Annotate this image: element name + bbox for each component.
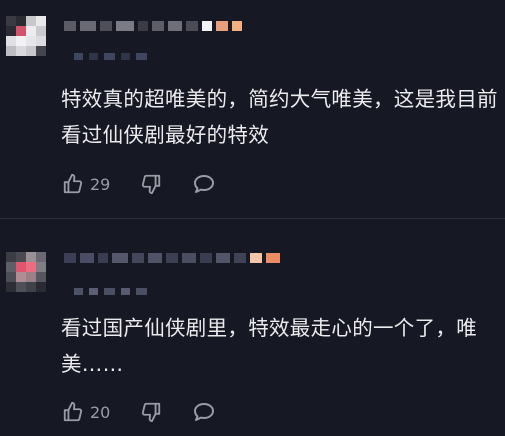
speech-bubble-icon	[194, 175, 215, 193]
like-button[interactable]: 29	[62, 173, 110, 195]
reply-button[interactable]	[192, 401, 216, 423]
like-count: 29	[90, 174, 111, 194]
thumbs-up-icon	[63, 401, 83, 422]
dislike-button[interactable]	[140, 173, 162, 195]
avatar[interactable]	[6, 252, 46, 292]
comment-meta	[74, 50, 147, 62]
divider	[0, 218, 505, 219]
username[interactable]	[64, 15, 242, 37]
speech-bubble-icon	[194, 403, 215, 421]
comment-item: 特效真的超唯美的，简约大气唯美，这是我目前看过仙侠剧最好的特效 29	[0, 0, 505, 218]
thumbs-down-icon	[142, 402, 161, 423]
like-button[interactable]: 20	[62, 401, 110, 423]
thumbs-up-icon	[63, 173, 83, 194]
like-count: 20	[90, 402, 111, 422]
comment-actions: 29	[62, 171, 246, 197]
username[interactable]	[64, 247, 280, 269]
comment-text: 看过国产仙侠剧里，特效最走心的一个了，唯美……	[61, 316, 477, 376]
thumbs-down-icon	[142, 174, 161, 195]
comment-meta	[74, 285, 147, 297]
comment-text: 特效真的超唯美的，简约大气唯美，这是我目前看过仙侠剧最好的特效	[61, 87, 498, 147]
avatar[interactable]	[6, 16, 46, 56]
reply-button[interactable]	[192, 173, 216, 195]
comment-item: 看过国产仙侠剧里，特效最走心的一个了，唯美…… 20	[0, 220, 505, 436]
dislike-button[interactable]	[140, 401, 162, 423]
comment-actions: 20	[62, 399, 246, 425]
